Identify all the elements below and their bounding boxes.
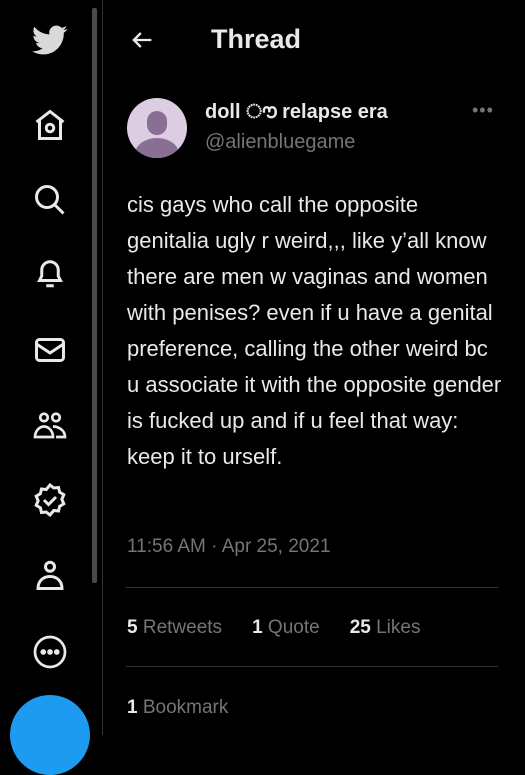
likes-link[interactable]: 25 Likes	[350, 617, 421, 639]
communities-icon[interactable]	[30, 405, 70, 445]
avatar[interactable]	[127, 98, 187, 158]
bell-icon[interactable]	[30, 253, 70, 293]
scrollbar[interactable]	[92, 8, 97, 583]
compose-tweet-button[interactable]	[10, 695, 90, 775]
tweet-stats: 5 Retweets 1 Quote 25 Likes	[127, 617, 420, 639]
tweet-text: cis gays who call the opposite genitalia…	[127, 192, 502, 469]
bookmarks-count: 1 Bookmark	[127, 697, 229, 718]
divider	[126, 666, 498, 667]
more-circle-icon[interactable]	[30, 632, 70, 672]
verified-icon[interactable]	[30, 480, 70, 520]
page-title: Thread	[211, 24, 302, 54]
back-arrow-icon[interactable]	[128, 26, 156, 54]
home-icon[interactable]	[30, 105, 70, 145]
quotes-link[interactable]: 1 Quote	[252, 617, 320, 639]
author-handle[interactable]: @alienbluegame	[205, 131, 355, 154]
profile-icon[interactable]	[30, 555, 70, 595]
divider	[102, 0, 103, 735]
mail-icon[interactable]	[30, 330, 70, 370]
author-name[interactable]: doll ൗ relapse era	[205, 101, 388, 124]
more-options-icon[interactable]: •••	[472, 100, 494, 121]
search-icon[interactable]	[30, 180, 70, 220]
divider	[126, 587, 498, 588]
retweets-link[interactable]: 5 Retweets	[127, 617, 222, 639]
tweet-timestamp[interactable]: 11:56 AM · Apr 25, 2021	[127, 536, 331, 558]
twitter-logo-icon[interactable]	[30, 20, 70, 60]
sidebar	[0, 0, 93, 775]
